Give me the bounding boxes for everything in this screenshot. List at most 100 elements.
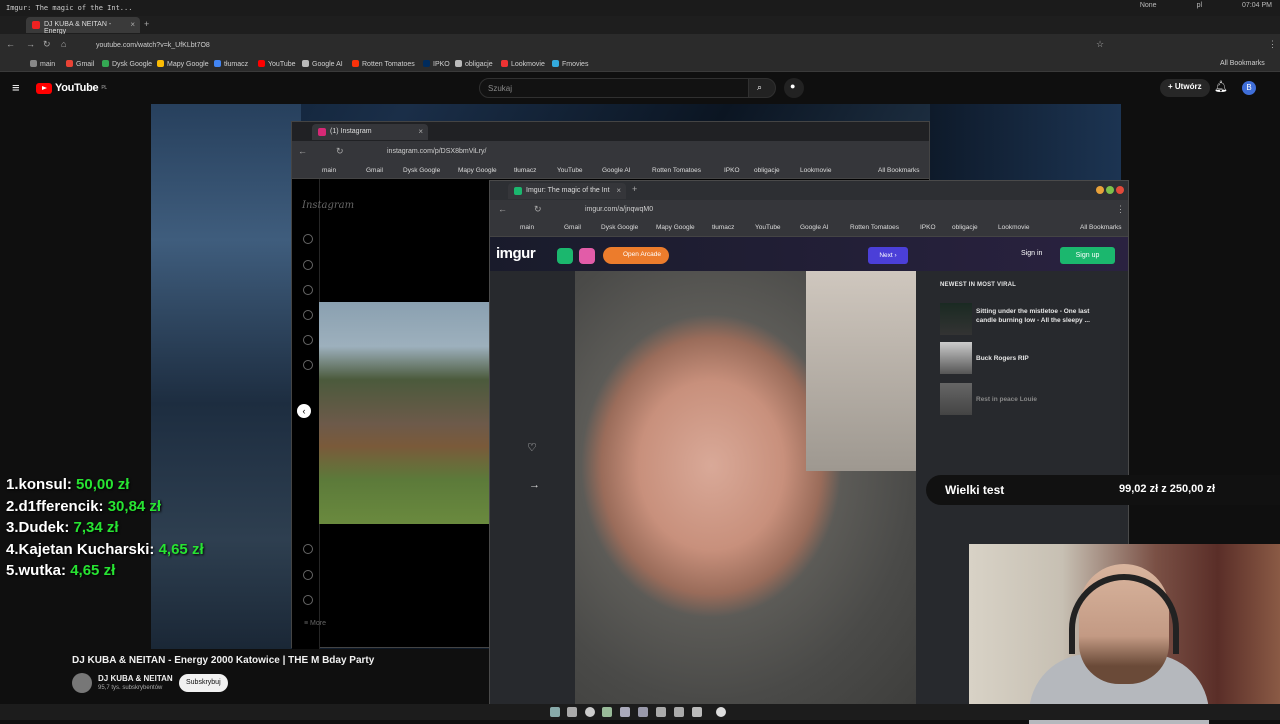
- back-icon[interactable]: ←: [498, 204, 507, 214]
- bookmark-item[interactable]: Mapy Google: [458, 167, 497, 174]
- viral-item[interactable]: Rest in peace Louie: [940, 383, 1115, 417]
- explore-icon[interactable]: [303, 285, 313, 295]
- address-bar[interactable]: youtube.com/watch?v=k_UfKLbt7O8: [96, 42, 210, 49]
- sign-in-link[interactable]: Sign in: [1021, 250, 1042, 257]
- close-tab-icon[interactable]: ×: [616, 186, 621, 195]
- share-arrow-icon[interactable]: →: [529, 479, 540, 491]
- heart-icon[interactable]: ♡: [527, 441, 545, 459]
- create-button[interactable]: + Utwórz: [1160, 79, 1210, 97]
- instagram-logo[interactable]: Instagram: [302, 200, 354, 211]
- bookmark-item[interactable]: obligacje: [455, 60, 493, 68]
- bookmark-item[interactable]: tłumacz: [514, 167, 536, 174]
- bookmark-item[interactable]: YouTube: [755, 224, 781, 231]
- bookmark-item[interactable]: tłumacz: [214, 60, 248, 68]
- menu-icon[interactable]: ⋮: [1116, 204, 1125, 215]
- bookmark-item[interactable]: Google AI: [602, 167, 631, 174]
- bookmark-item[interactable]: Fmovies: [552, 60, 588, 68]
- bookmark-item[interactable]: obligacje: [754, 167, 780, 174]
- bookmark-item[interactable]: YouTube: [258, 60, 296, 68]
- bookmark-item[interactable]: Google AI: [302, 60, 343, 68]
- new-tab-icon[interactable]: +: [144, 19, 149, 29]
- forward-icon[interactable]: →: [26, 39, 35, 49]
- bookmark-item[interactable]: obligacje: [952, 224, 978, 231]
- meta-icon[interactable]: [303, 570, 313, 580]
- search-input[interactable]: Szukaj: [479, 78, 749, 98]
- home-icon[interactable]: ⌂: [61, 39, 66, 49]
- bookmark-item[interactable]: IPKO: [920, 224, 936, 231]
- search-button[interactable]: ⌕: [748, 78, 776, 98]
- previous-post-icon[interactable]: ‹: [297, 404, 311, 418]
- home-icon[interactable]: [303, 234, 313, 244]
- app-icon[interactable]: [692, 707, 702, 717]
- bookmark-item[interactable]: Dysk Google: [601, 224, 638, 231]
- threads-icon[interactable]: [303, 544, 313, 554]
- bookmark-item[interactable]: tłumacz: [712, 224, 734, 231]
- notifications-icon[interactable]: [579, 248, 595, 264]
- address-bar[interactable]: instagram.com/p/DSX8bmViLry/: [387, 148, 486, 155]
- bookmark-item[interactable]: main: [30, 60, 55, 68]
- maximize-icon[interactable]: [1106, 186, 1114, 194]
- imgur-logo[interactable]: imgur: [496, 245, 536, 262]
- more-menu[interactable]: ≡ More: [304, 620, 326, 627]
- app-icon[interactable]: [656, 707, 666, 717]
- viral-item[interactable]: Buck Rogers RIP: [940, 342, 1115, 376]
- bookmark-item[interactable]: Lookmovie: [800, 167, 831, 174]
- address-bar[interactable]: imgur.com/a/jnqwqM0: [585, 206, 653, 213]
- reload-icon[interactable]: ↻: [336, 146, 344, 157]
- bookmark-item[interactable]: Google AI: [800, 224, 829, 231]
- bookmark-item[interactable]: Mapy Google: [157, 60, 209, 68]
- bookmark-item[interactable]: Rotten Tomatoes: [352, 60, 415, 68]
- channel-name[interactable]: DJ KUBA & NEITAN: [98, 674, 173, 683]
- reload-icon[interactable]: ↻: [43, 39, 51, 50]
- bookmark-item[interactable]: IPKO: [423, 60, 450, 68]
- reload-icon[interactable]: ↻: [534, 204, 542, 215]
- reels-icon[interactable]: [303, 310, 313, 320]
- messages-icon[interactable]: [303, 335, 313, 345]
- bookmark-item[interactable]: Dysk Google: [102, 60, 152, 68]
- folder-icon[interactable]: [567, 707, 577, 717]
- hamburger-menu-icon[interactable]: ≡: [12, 80, 20, 95]
- bookmark-item[interactable]: Dysk Google: [403, 167, 440, 174]
- chrome-icon[interactable]: [585, 707, 595, 717]
- app-icon[interactable]: [602, 707, 612, 717]
- search-icon[interactable]: [303, 260, 313, 270]
- open-arcade-button[interactable]: Open Arcade: [603, 247, 669, 264]
- bookmark-star-icon[interactable]: ☆: [1096, 39, 1104, 50]
- status-item-2[interactable]: pl: [1197, 2, 1202, 9]
- obs-icon[interactable]: [716, 707, 726, 717]
- files-icon[interactable]: [550, 707, 560, 717]
- menu-icon[interactable]: ⋮: [1268, 39, 1277, 50]
- tab-instagram[interactable]: (1) Instagram ×: [312, 124, 428, 140]
- minimize-icon[interactable]: [1096, 186, 1104, 194]
- youtube-logo[interactable]: YouTube PL: [36, 82, 107, 94]
- subscribe-button[interactable]: Subskrybuj: [179, 674, 228, 692]
- voice-search-button[interactable]: ●: [784, 78, 804, 98]
- notifications-bell-icon[interactable]: 🔔︎: [1214, 80, 1228, 93]
- tab-youtube[interactable]: DJ KUBA & NEITAN - Energy ×: [26, 17, 140, 35]
- clock[interactable]: 07:04 PM: [1242, 2, 1272, 9]
- all-bookmarks[interactable]: All Bookmarks: [878, 167, 920, 174]
- settings-icon[interactable]: [303, 595, 313, 605]
- tab-imgur[interactable]: Imgur: The magic of the Int ×: [508, 183, 626, 199]
- steam-icon[interactable]: [638, 707, 648, 717]
- app-icon[interactable]: [674, 707, 684, 717]
- bookmark-item[interactable]: Mapy Google: [656, 224, 695, 231]
- bookmark-item[interactable]: Rotten Tomatoes: [652, 167, 701, 174]
- bookmark-item[interactable]: Gmail: [366, 167, 383, 174]
- close-tab-icon[interactable]: ×: [130, 20, 135, 29]
- close-window-icon[interactable]: [1116, 186, 1124, 194]
- channel-avatar[interactable]: [72, 673, 92, 693]
- bookmark-item[interactable]: Rotten Tomatoes: [850, 224, 899, 231]
- imgur-post-image[interactable]: [575, 271, 916, 704]
- notifications-icon[interactable]: [303, 360, 313, 370]
- back-icon[interactable]: ←: [298, 146, 307, 156]
- next-button[interactable]: Next ›: [868, 247, 908, 264]
- bookmark-item[interactable]: Gmail: [66, 60, 94, 68]
- discord-icon[interactable]: [620, 707, 630, 717]
- sign-up-button[interactable]: Sign up: [1060, 247, 1115, 264]
- new-post-icon[interactable]: [557, 248, 573, 264]
- bookmark-item[interactable]: YouTube: [557, 167, 583, 174]
- viral-item[interactable]: Sitting under the mistletoe - One last c…: [940, 303, 1115, 337]
- avatar[interactable]: B: [1242, 81, 1256, 95]
- bookmark-item[interactable]: main: [322, 167, 336, 174]
